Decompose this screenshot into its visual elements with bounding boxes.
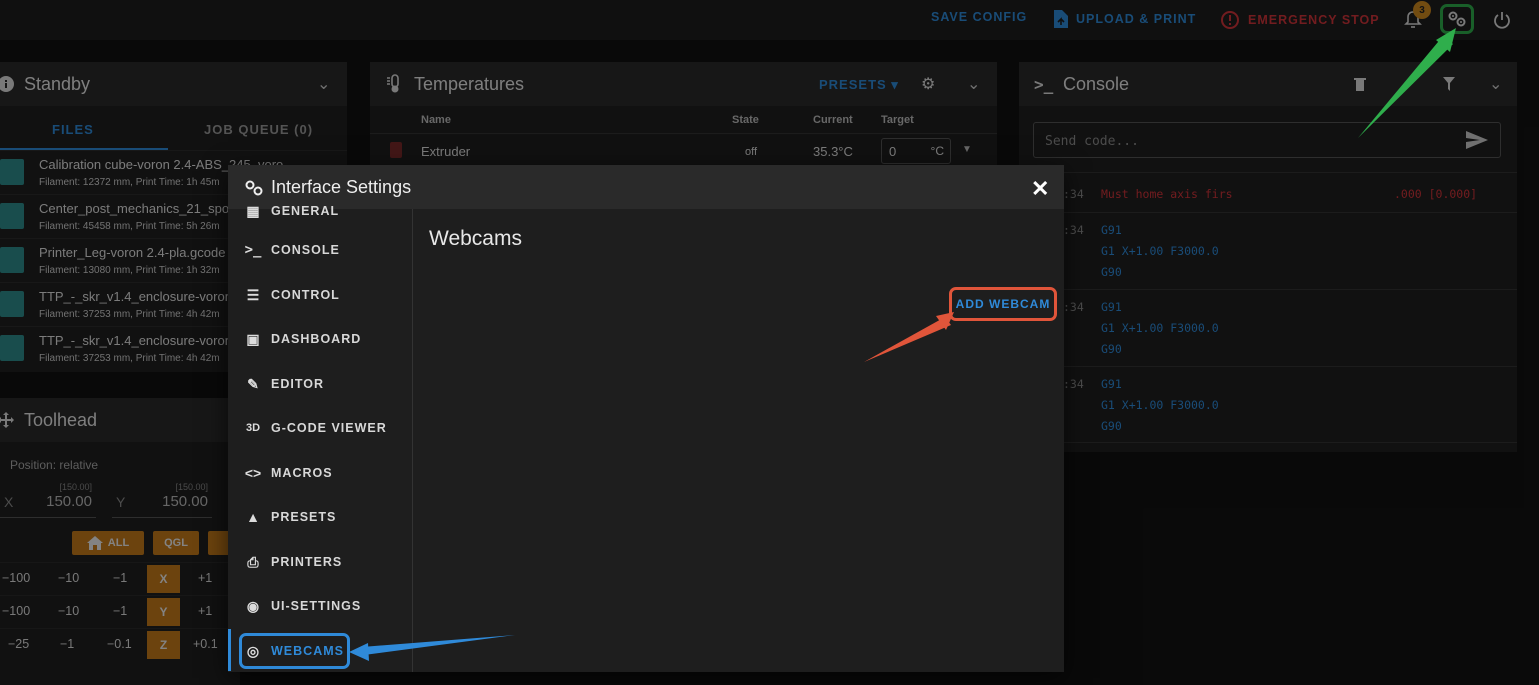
nav-item-presets[interactable]: ▲ PRESETS — [228, 499, 413, 535]
webcams-section-title: Webcams — [429, 227, 522, 250]
nav-item-console[interactable]: >_ CONSOLE — [228, 232, 413, 268]
nav-label: CONTROL — [271, 288, 340, 302]
control-sliders-icon: ☰ — [246, 286, 260, 303]
nav-item-dashboard[interactable]: ▣ DASHBOARD — [228, 321, 413, 357]
console-icon: >_ — [244, 242, 262, 258]
nav-item-general[interactable]: ▦ GENERAL — [228, 193, 413, 229]
close-icon[interactable]: ✕ — [1031, 176, 1049, 202]
settings-nav: ▦ GENERAL >_ CONSOLE ☰ CONTROL ▣ DASHBOA… — [228, 203, 413, 672]
3d-icon: 3D — [245, 422, 261, 434]
nav-label: G-CODE VIEWER — [271, 421, 387, 435]
nav-label: UI-SETTINGS — [271, 599, 362, 613]
nav-item-ui-settings[interactable]: ◉ UI-SETTINGS — [228, 588, 413, 624]
editor-icon: ✎ — [247, 375, 259, 392]
nav-label: MACROS — [271, 466, 333, 480]
printer-icon: ⎙ — [247, 553, 259, 570]
nav-item-macros[interactable]: <> MACROS — [228, 455, 413, 491]
nav-item-control[interactable]: ☰ CONTROL — [228, 277, 413, 313]
nav-label: EDITOR — [271, 377, 324, 391]
nav-label: DASHBOARD — [271, 332, 362, 346]
nav-label: PRESETS — [271, 510, 337, 524]
flame-icon: ▲ — [246, 509, 260, 525]
code-brackets-icon: <> — [244, 465, 262, 481]
add-webcam-button[interactable]: ADD WEBCAM — [949, 287, 1057, 321]
dashboard-icon: ▣ — [246, 330, 260, 347]
nav-item-printers[interactable]: ⎙ PRINTERS — [228, 544, 413, 580]
interface-settings-dialog: Interface Settings ✕ ▦ GENERAL >_ CONSOL… — [228, 165, 1064, 672]
nav-label: PRINTERS — [271, 555, 343, 569]
active-nav-indicator — [228, 629, 231, 671]
palette-icon: ◉ — [246, 597, 260, 614]
webcams-highlight-box — [239, 633, 350, 669]
nav-label: GENERAL — [271, 204, 340, 218]
nav-label: CONSOLE — [271, 243, 340, 257]
add-webcam-label: ADD WEBCAM — [955, 297, 1051, 311]
nav-item-gcode-viewer[interactable]: 3D G-CODE VIEWER — [228, 410, 413, 446]
general-icon: ▦ — [246, 202, 260, 219]
nav-item-editor[interactable]: ✎ EDITOR — [228, 366, 413, 402]
